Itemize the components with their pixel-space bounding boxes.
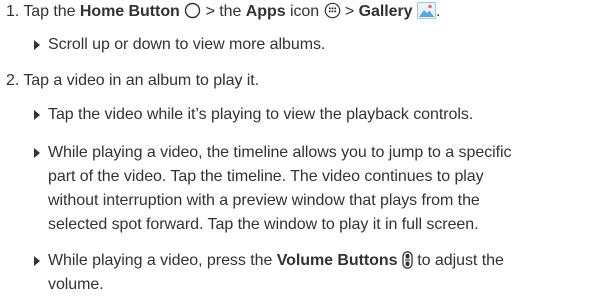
bullet-marker [34,40,40,50]
step-number: 2. [6,72,20,89]
home-button-label: Home Button [79,3,180,20]
bullet-2-3-line-1: While playing a video, press the Volume … [48,250,504,269]
step-2: 2. Tap a video in an album to play it. [6,72,260,89]
volume-buttons-label: Volume Buttons [276,252,398,269]
bullet-2-3-line-2: volume. [48,276,104,293]
home-circle-icon [184,2,201,19]
bullet-2-2-line-4: selected spot forward. Tap the window to… [48,216,479,233]
bullet-marker [34,110,40,120]
apps-label: Apps [245,3,286,20]
gallery-label: Gallery [358,3,413,20]
bullet-2-2-line-2: part of the video. Tap the timeline. The… [48,168,484,185]
gallery-icon [416,2,436,20]
bullet-marker [34,148,40,158]
apps-grid-icon [324,2,341,19]
bullet-2-2-line-3: without interruption with a preview wind… [48,192,480,209]
bullet-1-1: Scroll up or down to view more albums. [48,36,326,53]
bullet-2-2-line-1: While playing a video, the timeline allo… [48,144,512,161]
bullet-2-1: Tap the video while it’s playing to view… [48,106,474,123]
step-1: 1. Tap the Home Button > the Apps icon >… [6,2,441,20]
volume-buttons-icon [402,250,413,269]
step-number: 1. [6,3,20,20]
bullet-marker [34,256,40,266]
